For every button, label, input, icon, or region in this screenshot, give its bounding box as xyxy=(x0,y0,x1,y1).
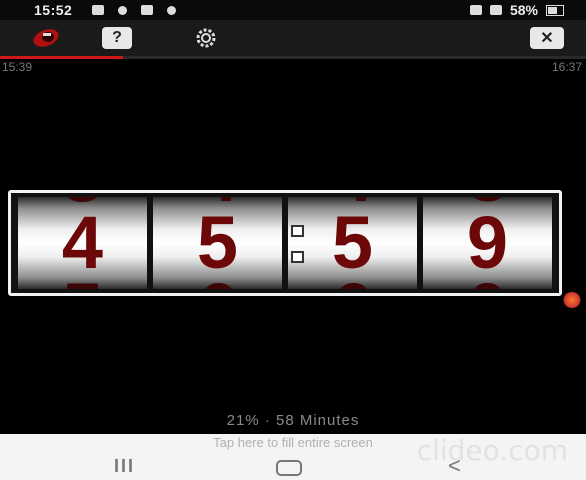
gear-icon xyxy=(92,5,105,15)
nav-home-button[interactable] xyxy=(276,460,302,476)
gear-icon xyxy=(196,28,216,48)
status-time: 15:52 xyxy=(34,2,73,18)
digit-drum-minutes-ones: 8 9 0 xyxy=(423,197,552,289)
close-button[interactable]: ✕ xyxy=(530,27,564,49)
clock-logo-icon xyxy=(33,29,59,47)
wifi-icon xyxy=(469,5,482,15)
ghost-digit: 4 xyxy=(288,197,417,213)
help-button[interactable]: ? xyxy=(102,27,132,49)
ghost-digit: 0 xyxy=(423,273,552,290)
remaining-text: 21% · 58 Minutes xyxy=(226,412,360,429)
signal-icon xyxy=(489,5,502,15)
progress-track xyxy=(0,56,586,59)
digit-drum-minutes-tens: 4 5 6 xyxy=(288,197,417,289)
ghost-digit: 5 xyxy=(18,273,147,290)
ghost-digit: 8 xyxy=(423,197,552,213)
floating-dot-icon xyxy=(562,292,582,308)
app-toolbar: ? ✕ xyxy=(0,20,586,56)
ghost-digit: 4 xyxy=(153,197,282,213)
status-notification-icons xyxy=(92,5,177,15)
video-icon xyxy=(141,5,154,15)
nav-recent-apps-button[interactable]: III xyxy=(114,456,135,477)
battery-percent: 58% xyxy=(509,2,538,18)
status-system-icons: 58% xyxy=(469,2,564,18)
battery-icon xyxy=(546,4,564,16)
water-drop-icon xyxy=(118,5,128,15)
ghost-digit: 6 xyxy=(288,273,417,290)
colon-dot xyxy=(290,225,304,237)
digit-drum-hours-ones: 4 5 6 xyxy=(153,197,282,289)
start-time: 15:39 xyxy=(2,60,33,74)
ghost-digit: 6 xyxy=(153,273,282,290)
status-bar: 15:52 58% xyxy=(0,0,586,20)
watermark: clideo.com xyxy=(416,434,568,467)
ghost-digit: 3 xyxy=(18,197,147,213)
flip-clock[interactable]: 3 4 5 4 5 6 4 5 6 8 9 0 xyxy=(8,190,562,296)
settings-button[interactable] xyxy=(190,25,222,51)
app-logo-button[interactable] xyxy=(30,25,62,51)
end-time: 16:37 xyxy=(551,60,582,74)
dot-icon xyxy=(167,5,177,15)
digit-drum-hours-tens: 3 4 5 xyxy=(18,197,147,289)
clock-colon xyxy=(290,225,304,263)
progress-fill xyxy=(0,56,124,59)
colon-dot xyxy=(290,251,304,263)
